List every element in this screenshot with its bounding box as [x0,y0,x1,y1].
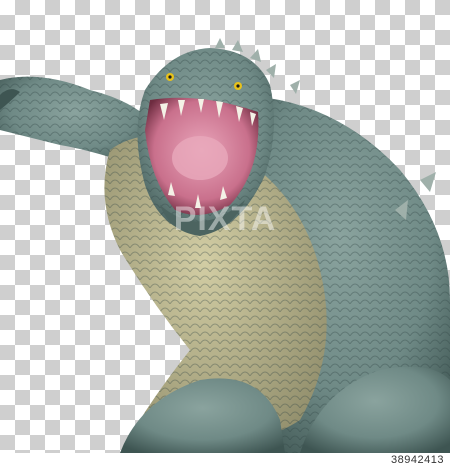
watermark-text: PIXTA [173,200,277,238]
image-id-label: 38942413 [391,454,444,466]
image-canvas: PIXTA [0,0,450,453]
footer-bar: 38942413 [0,453,450,469]
